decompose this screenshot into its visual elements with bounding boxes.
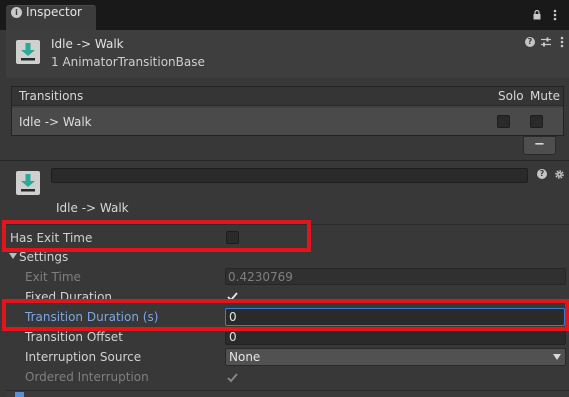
exit-time-label: Exit Time	[25, 270, 81, 284]
kebab-menu-icon[interactable]	[560, 36, 564, 48]
info-icon: i	[11, 7, 22, 18]
transitions-header-label: Transitions	[19, 89, 84, 103]
interruption-source-value: None	[229, 350, 261, 364]
exit-time-value: 0.4230769	[228, 270, 293, 284]
chevron-down-icon	[553, 354, 561, 360]
foldout-arrow-icon[interactable]	[9, 252, 17, 260]
tab-title: Inspector	[26, 5, 82, 19]
kebab-menu-icon[interactable]	[553, 9, 557, 21]
presets-icon[interactable]	[541, 37, 551, 47]
help-icon[interactable]: ?	[537, 169, 547, 179]
mute-column-header: Mute	[530, 89, 561, 103]
transition-name-field[interactable]	[51, 168, 528, 183]
transition-row[interactable]	[12, 108, 563, 135]
divider	[0, 160, 569, 161]
lock-icon[interactable]	[533, 10, 541, 20]
transition-offset-label: Transition Offset	[25, 330, 123, 344]
ordered-interruption-checkbox	[227, 373, 238, 383]
transition-display-name: Idle -> Walk	[56, 201, 129, 215]
interruption-source-dropdown[interactable]	[225, 348, 566, 366]
interruption-source-label: Interruption Source	[25, 350, 142, 364]
highlight-box-has-exit-time	[2, 220, 311, 252]
transition-timeline[interactable]	[6, 390, 569, 397]
animator-transition-icon	[16, 40, 40, 64]
mute-checkbox[interactable]	[530, 115, 543, 128]
timeline-marker[interactable]	[15, 392, 24, 397]
help-icon[interactable]: ?	[525, 37, 535, 47]
ordered-interruption-label: Ordered Interruption	[25, 370, 149, 384]
animator-transition-icon	[16, 171, 40, 195]
settings-foldout[interactable]: Settings	[19, 250, 68, 264]
remove-transition-button[interactable]: −	[523, 136, 556, 155]
header-title: Idle -> Walk	[51, 37, 124, 51]
gear-icon[interactable]	[554, 169, 565, 180]
transitions-list-header	[12, 87, 563, 106]
transition-offset-value: 0	[229, 330, 237, 344]
transition-row-label: Idle -> Walk	[19, 115, 92, 129]
highlight-box-transition-duration	[2, 299, 569, 331]
solo-checkbox[interactable]	[497, 115, 510, 128]
solo-column-header: Solo	[498, 89, 524, 103]
header-subtitle: 1 AnimatorTransitionBase	[51, 55, 205, 69]
